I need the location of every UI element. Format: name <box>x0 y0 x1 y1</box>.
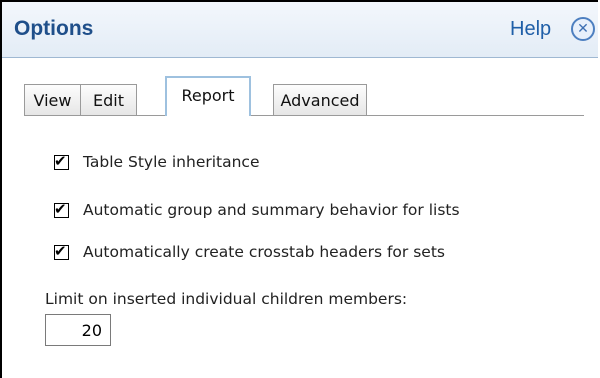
tab-report[interactable]: Report <box>165 76 251 116</box>
dialog-title: Options <box>14 17 94 40</box>
option-crosstab-headers[interactable]: ✔ Automatically create crosstab headers … <box>54 241 445 263</box>
automatic-group-summary-checkbox[interactable]: ✔ <box>54 200 69 218</box>
checkmark-icon: ✔ <box>54 241 67 260</box>
tab-edit[interactable]: Edit <box>80 84 137 115</box>
crosstab-headers-checkbox[interactable]: ✔ <box>54 242 69 260</box>
options-dialog: Options Help ✕ View Edit Advanced Report… <box>0 0 598 378</box>
close-icon[interactable]: ✕ <box>571 17 595 41</box>
tab-advanced[interactable]: Advanced <box>273 84 367 115</box>
automatic-group-summary-label: Automatic group and summary behavior for… <box>83 201 460 219</box>
tab-view[interactable]: View <box>24 84 81 115</box>
crosstab-headers-label: Automatically create crosstab headers fo… <box>83 243 445 261</box>
limit-children-input[interactable] <box>45 314 111 346</box>
option-automatic-group-summary[interactable]: ✔ Automatic group and summary behavior f… <box>54 199 460 221</box>
limit-children-label: Limit on inserted individual children me… <box>45 290 408 308</box>
checkmark-icon: ✔ <box>54 199 67 218</box>
checkmark-icon: ✔ <box>54 151 67 170</box>
table-style-inheritance-checkbox[interactable]: ✔ <box>54 152 69 170</box>
dialog-header: Options Help ✕ <box>2 2 598 58</box>
help-link[interactable]: Help <box>510 18 551 41</box>
tab-strip: View Edit Advanced Report <box>24 76 599 116</box>
option-table-style-inheritance[interactable]: ✔ Table Style inheritance <box>54 151 260 173</box>
table-style-inheritance-label: Table Style inheritance <box>83 153 260 171</box>
